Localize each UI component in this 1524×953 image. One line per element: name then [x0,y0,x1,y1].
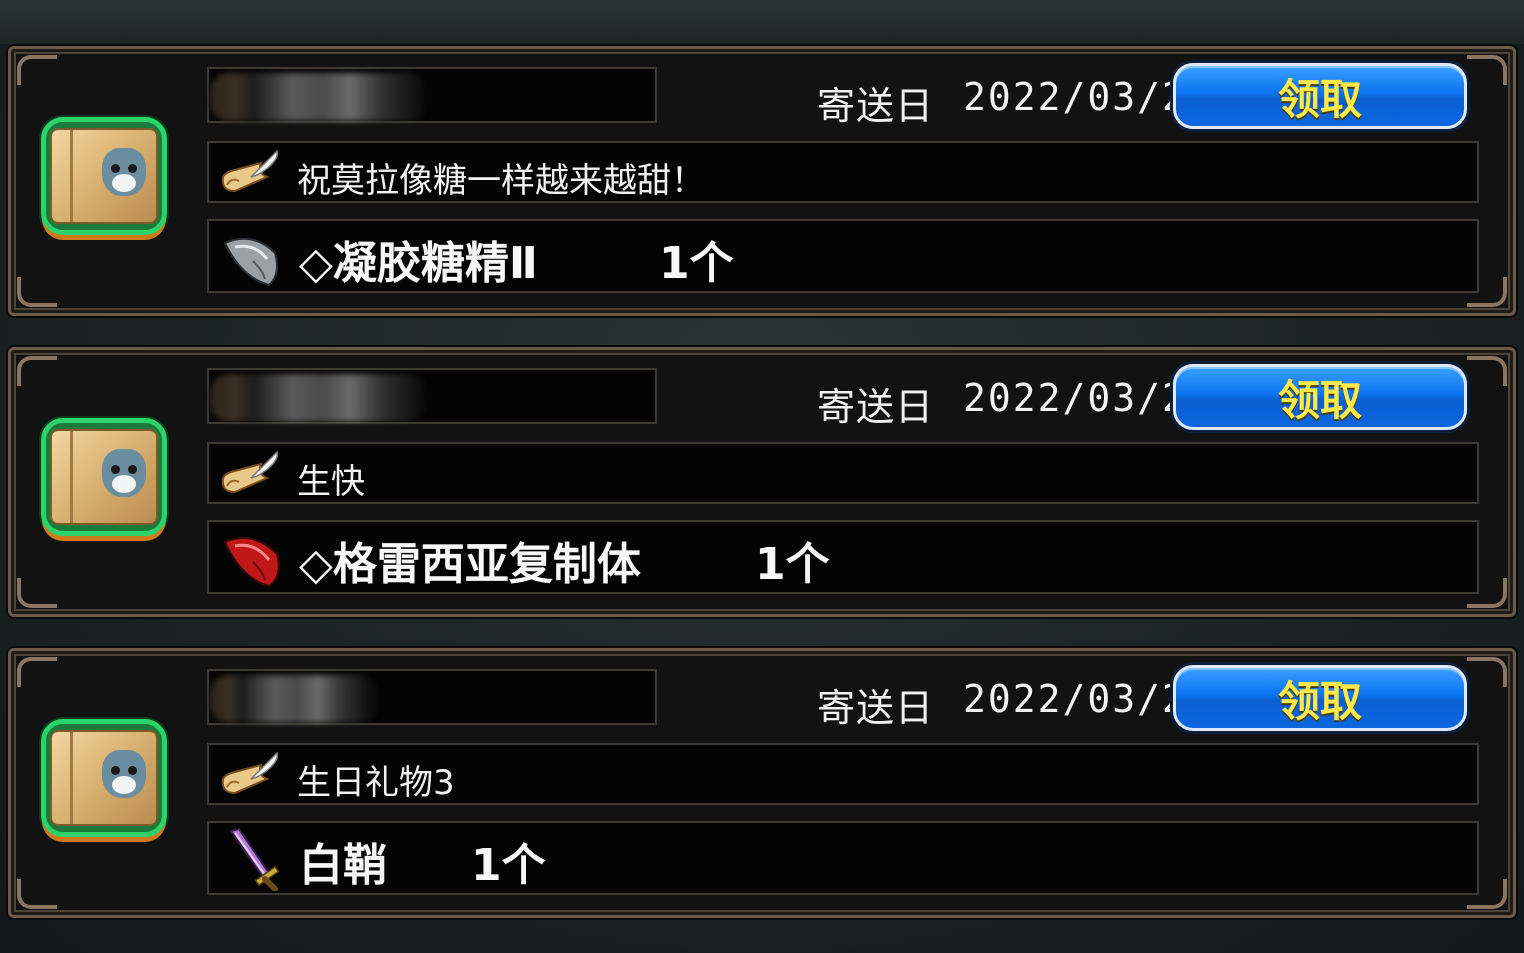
scroll-quill-icon [221,751,279,795]
sent-date-label: 寄送日 [817,385,935,429]
frame-corner [17,356,57,386]
sender-name-redacted [209,73,429,121]
claim-button[interactable]: 领取 [1173,63,1467,129]
gift-box-icon [41,117,167,235]
attachment-row: ◇格雷西亚复制体 1个 [207,520,1479,594]
background-top [0,0,1524,44]
sword-icon [229,827,280,891]
sent-date-label: 寄送日 [817,84,935,128]
item-quantity: 1个 [471,840,546,891]
message-text: 生快 [297,462,365,502]
message-row: 祝莫拉像糖一样越来越甜！ [207,141,1479,203]
mail-panel: 寄送日 2022/03/21 领取 生日礼物3 白鞘 1个 [8,648,1516,918]
gift-box-icon [41,418,167,536]
frame-corner [1467,657,1507,687]
frame-corner [17,657,57,687]
message-text: 祝莫拉像糖一样越来越甜！ [297,161,705,201]
red-gem-icon [223,537,280,588]
frame-corner [17,55,57,85]
claim-button[interactable]: 领取 [1173,364,1467,430]
mail-panel: 寄送日 2022/03/21 领取 祝莫拉像糖一样越来越甜！ ◇凝胶糖精Ⅱ 1个 [8,46,1516,316]
scroll-quill-icon [221,450,279,494]
item-quantity: 1个 [659,238,734,289]
frame-corner [17,879,57,909]
message-text: 生日礼物3 [297,763,455,803]
attachment-row: 白鞘 1个 [207,821,1479,895]
frame-corner [1467,356,1507,386]
sender-name-field [207,67,657,123]
silver-gem-icon [223,237,278,287]
attachment-row: ◇凝胶糖精Ⅱ 1个 [207,219,1479,293]
sender-name-redacted [209,374,429,422]
mail-panel: 寄送日 2022/03/21 领取 生快 ◇格雷西亚复制体 1个 [8,347,1516,617]
sender-name-field [207,669,657,725]
item-name: 白鞘 [299,840,387,891]
scroll-quill-icon [221,149,279,193]
gift-box-icon [41,719,167,837]
frame-corner [17,277,57,307]
claim-button[interactable]: 领取 [1173,665,1467,731]
message-row: 生日礼物3 [207,743,1479,805]
frame-corner [17,578,57,608]
message-row: 生快 [207,442,1479,504]
sent-date-label: 寄送日 [817,686,935,730]
frame-corner [1467,55,1507,85]
sender-name-redacted [209,675,379,723]
sender-name-field [207,368,657,424]
item-quantity: 1个 [755,539,830,590]
item-name: ◇凝胶糖精Ⅱ [299,238,538,289]
item-name: ◇格雷西亚复制体 [299,539,641,590]
